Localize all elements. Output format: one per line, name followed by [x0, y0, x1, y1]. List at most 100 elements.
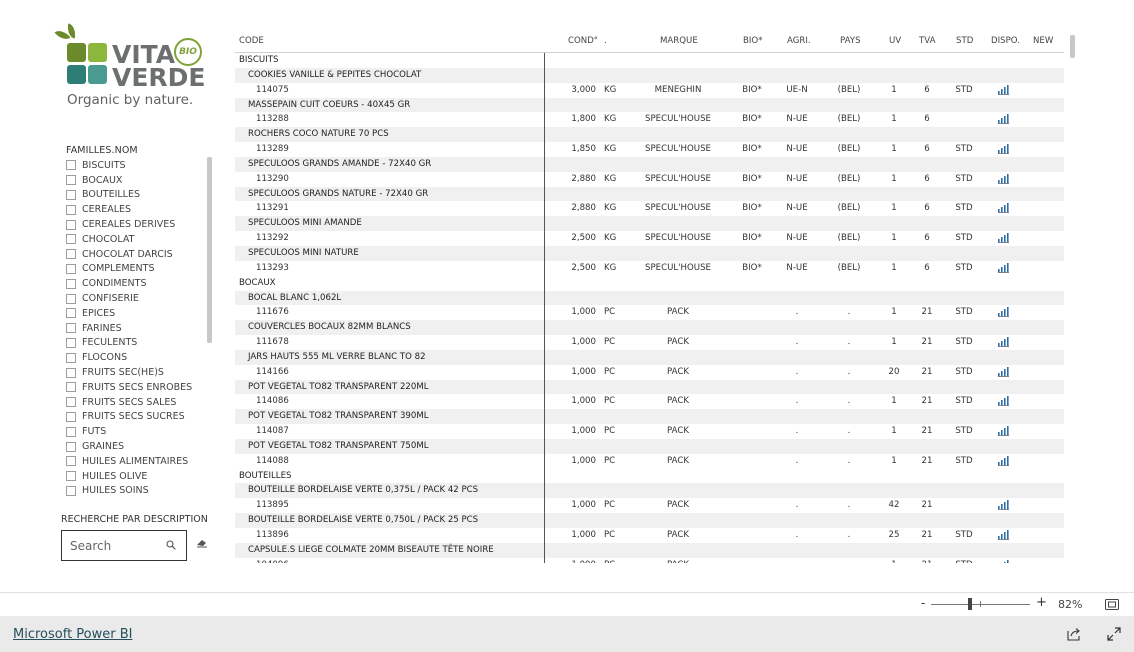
product-row[interactable]: BOCAL BLANC 1,062L — [235, 290, 1064, 306]
eraser-icon[interactable] — [196, 538, 208, 548]
fit-to-page-icon[interactable] — [1105, 599, 1119, 610]
slicer-item[interactable]: CHOCOLAT — [66, 232, 214, 247]
table-row[interactable]: 113896 1,000 PC PACK.. 25 21 STD — [235, 528, 1064, 543]
slicer-item[interactable]: CEREALES DERIVES — [66, 217, 214, 232]
slicer-item[interactable]: BOUTEILLES — [66, 188, 214, 203]
product-row[interactable]: BOUTEILLE BORDELAISE VERTE 0,750L / PACK… — [235, 513, 1064, 528]
table-row[interactable]: 111678 1,000 PC PACK.. 1 21 STD — [235, 335, 1064, 350]
slicer-scrollbar[interactable] — [207, 157, 212, 343]
product-row[interactable]: BOUTEILLE BORDELAISE VERTE 0,375L / PACK… — [235, 483, 1064, 499]
table-row[interactable]: 114166 1,000 PC PACK.. 20 21 STD — [235, 365, 1064, 380]
header-dispo[interactable]: DISPO. — [991, 36, 1020, 46]
product-row[interactable]: SPECULOOS GRANDS AMANDE - 72X40 GR — [235, 156, 1064, 172]
slicer-checkbox[interactable] — [66, 352, 76, 363]
slicer-item[interactable]: BOCAUX — [66, 173, 214, 188]
slicer-item[interactable]: BISCUITS — [66, 158, 214, 173]
slicer-item[interactable]: HUILES SOINS — [66, 484, 214, 499]
slicer-item[interactable]: FRUITS SECS SALES — [66, 395, 214, 410]
product-row[interactable]: JARS HAUTS 555 ML VERRE BLANC TO 82 — [235, 349, 1064, 365]
table-row[interactable]: 113288 1,800 KG SPECUL'HOUSE BIO* N-UE (BEL) 1 6 — [235, 112, 1064, 127]
slicer-item[interactable]: FRUITS SEC(HE)S — [66, 365, 214, 380]
power-bi-link[interactable]: Microsoft Power BI — [13, 627, 132, 642]
product-row[interactable]: POT VEGETAL TO82 TRANSPARENT 750ML — [235, 438, 1064, 454]
slicer-checkbox[interactable] — [66, 308, 76, 319]
table-row[interactable]: 113290 2,880 KG SPECUL'HOUSE BIO* N-UE (BEL) 1 6… — [235, 172, 1064, 187]
table-row[interactable]: 113293 2,500 KG SPECUL'HOUSE BIO* N-UE (BEL) 1 6… — [235, 261, 1064, 276]
family-row[interactable]: BISCUITS — [235, 53, 1064, 68]
slicer-checkbox[interactable] — [66, 411, 76, 422]
slicer-item[interactable]: GRAINES — [66, 439, 214, 454]
table-row[interactable]: 113292 2,500 KG SPECUL'HOUSE BIO* N-UE (BEL) 1 6… — [235, 231, 1064, 246]
slicer-item[interactable]: HUILES OLIVE — [66, 469, 214, 484]
search-input[interactable] — [70, 538, 162, 553]
slicer-checkbox[interactable] — [66, 234, 76, 245]
product-row[interactable]: POT VEGETAL TO82 TRANSPARENT 390ML — [235, 409, 1064, 425]
table-row[interactable]: 114075 3,000 KG MENEGHIN BIO* UE-N (BEL) 1 6 STD — [235, 83, 1064, 98]
slicer-checkbox[interactable] — [66, 456, 76, 467]
table-row[interactable]: 111676 1,000 PC PACK.. 1 21 STD — [235, 305, 1064, 320]
header-new[interactable]: NEW — [1033, 36, 1053, 46]
zoom-out-button[interactable]: - — [921, 596, 925, 610]
table-row[interactable]: 113291 2,880 KG SPECUL'HOUSE BIO* N-UE (BEL) 1 6… — [235, 201, 1064, 216]
slicer-checkbox[interactable] — [66, 337, 76, 348]
slicer-checkbox[interactable] — [66, 175, 76, 186]
slicer-item[interactable]: FLOCONS — [66, 350, 214, 365]
header-tva[interactable]: TVA — [919, 36, 935, 46]
slicer-item[interactable]: EPICES — [66, 306, 214, 321]
header-dot[interactable]: . — [604, 36, 607, 46]
table-row[interactable]: 113895 1,000 PC PACK.. 42 21 — [235, 498, 1064, 513]
slicer-item[interactable]: HUILES ALIMENTAIRES — [66, 454, 214, 469]
slicer-item[interactable]: FECULENTS — [66, 336, 214, 351]
slicer-checkbox[interactable] — [66, 471, 76, 482]
slicer-checkbox[interactable] — [66, 367, 76, 378]
header-cond[interactable]: COND° — [568, 36, 598, 46]
slicer-item[interactable]: CHOCOLAT DARCIS — [66, 247, 214, 262]
header-marque[interactable]: MARQUE — [660, 36, 698, 46]
family-row[interactable]: BOCAUX — [235, 276, 1064, 291]
slicer-checkbox[interactable] — [66, 249, 76, 260]
zoom-slider-thumb[interactable] — [968, 598, 972, 610]
slicer-checkbox[interactable] — [66, 382, 76, 393]
slicer-checkbox[interactable] — [66, 293, 76, 304]
table-row[interactable]: 114088 1,000 PC PACK.. 1 21 STD — [235, 454, 1064, 469]
product-row[interactable]: SPECULOOS MINI NATURE — [235, 245, 1064, 261]
search-box[interactable] — [61, 530, 187, 561]
slicer-checkbox[interactable] — [66, 263, 76, 274]
product-row[interactable]: ROCHERS COCO NATURE 70 PCS — [235, 127, 1064, 143]
slicer-checkbox[interactable] — [66, 219, 76, 230]
product-table[interactable]: CODE COND° . MARQUE BIO* AGRI. PAYS UV T… — [235, 33, 1064, 563]
search-icon[interactable] — [166, 540, 176, 550]
slicer-checkbox[interactable] — [66, 397, 76, 408]
header-bio[interactable]: BIO* — [743, 36, 763, 46]
share-icon[interactable] — [1067, 627, 1081, 641]
header-code[interactable]: CODE — [239, 36, 264, 46]
slicer-checkbox[interactable] — [66, 278, 76, 289]
slicer-item[interactable]: CEREALES — [66, 202, 214, 217]
slicer-checkbox[interactable] — [66, 441, 76, 452]
product-row[interactable]: COUVERCLES BOCAUX 82MM BLANCS — [235, 320, 1064, 336]
slicer-checkbox[interactable] — [66, 485, 76, 496]
product-row[interactable]: COOKIES VANILLE & PEPITES CHOCOLAT — [235, 67, 1064, 83]
slicer-checkbox[interactable] — [66, 323, 76, 334]
table-row[interactable]: 114086 1,000 PC PACK.. 1 21 STD — [235, 394, 1064, 409]
header-agri[interactable]: AGRI. — [787, 36, 811, 46]
slicer-checkbox[interactable] — [66, 189, 76, 200]
header-pays[interactable]: PAYS — [840, 36, 861, 46]
slicer-item[interactable]: FUTS — [66, 424, 214, 439]
slicer-item[interactable]: FARINES — [66, 321, 214, 336]
slicer-item[interactable]: CONDIMENTS — [66, 276, 214, 291]
product-row[interactable]: CAPSULE.S LIEGE COLMATE 20MM BISEAUTE TÊ… — [235, 542, 1064, 558]
header-uv[interactable]: UV — [889, 36, 901, 46]
product-row[interactable]: POT VEGETAL TO82 TRANSPARENT 220ML — [235, 379, 1064, 395]
table-row[interactable]: 104096 1,000 PC PACK.. 1 21 STD — [235, 558, 1064, 563]
family-slicer-list[interactable]: BISCUITS BOCAUX BOUTEILLES CEREALES CEREALES… — [66, 158, 214, 503]
table-row[interactable]: 113289 1,850 KG SPECUL'HOUSE BIO* N-UE (BEL) 1 6… — [235, 142, 1064, 157]
header-std[interactable]: STD — [956, 36, 973, 46]
slicer-checkbox[interactable] — [66, 160, 76, 171]
slicer-item[interactable]: CONFISERIE — [66, 291, 214, 306]
slicer-item[interactable]: FRUITS SECS ENROBES — [66, 380, 214, 395]
table-scrollbar[interactable] — [1070, 35, 1075, 58]
slicer-item[interactable]: FRUITS SECS SUCRES — [66, 410, 214, 425]
product-row[interactable]: SPECULOOS MINI AMANDE — [235, 216, 1064, 232]
fullscreen-icon[interactable] — [1107, 627, 1121, 641]
